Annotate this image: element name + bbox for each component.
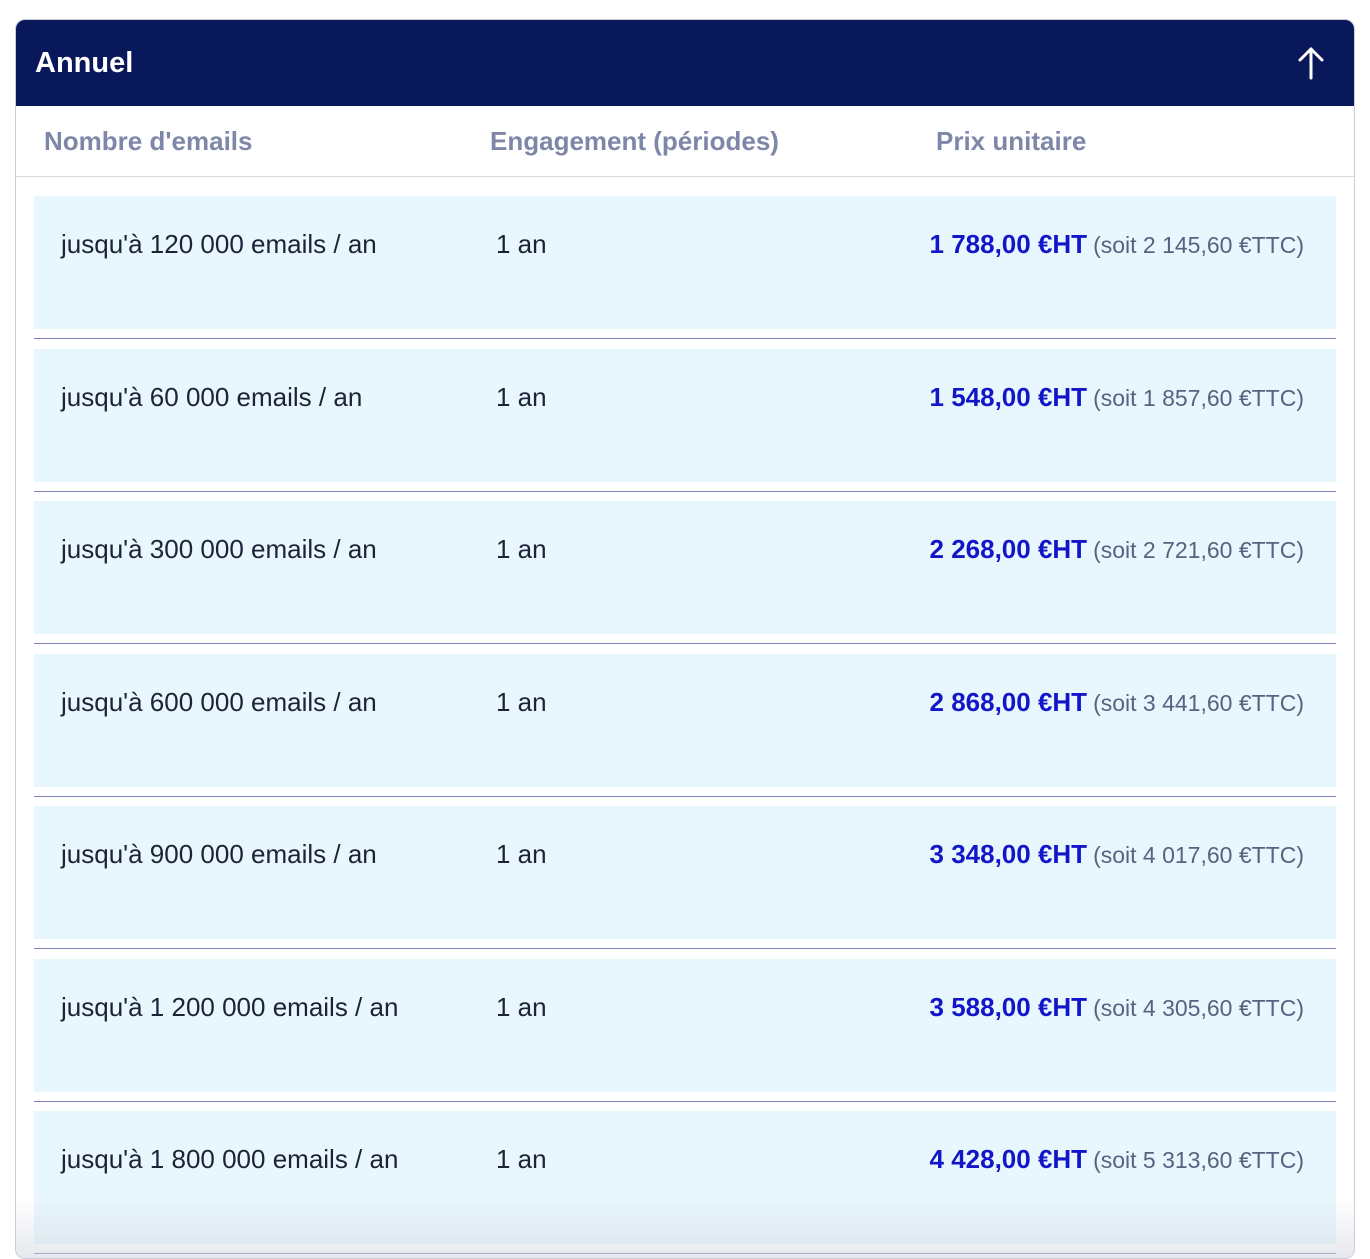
row-price: 3 588,00 €HT (soit 4 305,60 €TTC) xyxy=(930,992,1304,1023)
price-ttc: (soit 4 305,60 €TTC) xyxy=(1093,995,1304,1021)
table-header: Nombre d'emails Engagement (périodes) Pr… xyxy=(16,106,1354,177)
table-row: jusqu'à 120 000 emails / an 1 an 1 788,00 … xyxy=(34,196,1336,329)
row-price: 2 268,00 €HT (soit 2 721,60 €TTC) xyxy=(930,534,1304,565)
row-engagement: 1 an xyxy=(496,1144,547,1174)
row-divider xyxy=(34,796,1336,797)
arrow-up-icon[interactable] xyxy=(1296,46,1326,80)
price-ht: 1 548,00 €HT xyxy=(929,382,1088,412)
row-emails: jusqu'à 120 000 emails / an xyxy=(61,229,377,259)
pricing-panel: Annuel Nombre d'emails Engagement (pério… xyxy=(15,19,1355,1259)
table-row: jusqu'à 900 000 emails / an 1 an 3 348,00 … xyxy=(34,806,1336,939)
row-engagement: 1 an xyxy=(496,839,547,869)
column-header-price: Prix unitaire xyxy=(936,126,1087,156)
row-engagement: 1 an xyxy=(496,382,547,412)
panel-header-toggle[interactable]: Annuel xyxy=(16,20,1354,106)
row-emails: jusqu'à 600 000 emails / an xyxy=(61,687,377,717)
table-row: jusqu'à 1 800 000 emails / an 1 an 4 428,0… xyxy=(34,1111,1336,1244)
price-ttc: (soit 3 441,60 €TTC) xyxy=(1093,690,1304,716)
price-ht: 3 348,00 €HT xyxy=(929,839,1088,869)
price-ttc: (soit 2 721,60 €TTC) xyxy=(1093,537,1304,563)
price-ht: 2 268,00 €HT xyxy=(929,534,1088,564)
table-row: jusqu'à 600 000 emails / an 1 an 2 868,00 … xyxy=(34,654,1336,787)
row-price: 4 428,00 €HT (soit 5 313,60 €TTC) xyxy=(930,1144,1304,1175)
price-ht: 2 868,00 €HT xyxy=(929,687,1088,717)
price-ttc: (soit 2 145,60 €TTC) xyxy=(1093,232,1304,258)
price-ttc: (soit 5 313,60 €TTC) xyxy=(1093,1147,1304,1173)
table-row: jusqu'à 60 000 emails / an 1 an 1 548,00 €… xyxy=(34,349,1336,482)
row-emails: jusqu'à 60 000 emails / an xyxy=(61,382,363,412)
row-emails: jusqu'à 1 800 000 emails / an xyxy=(61,1144,399,1174)
row-engagement: 1 an xyxy=(496,229,547,259)
row-emails: jusqu'à 900 000 emails / an xyxy=(61,839,377,869)
row-divider xyxy=(34,491,1336,492)
row-engagement: 1 an xyxy=(496,992,547,1022)
price-ht: 1 788,00 €HT xyxy=(929,229,1088,259)
row-engagement: 1 an xyxy=(496,534,547,564)
price-ttc: (soit 1 857,60 €TTC) xyxy=(1093,385,1304,411)
row-divider xyxy=(34,948,1336,949)
table-row: jusqu'à 300 000 emails / an 1 an 2 268,00 … xyxy=(34,501,1336,634)
row-price: 2 868,00 €HT (soit 3 441,60 €TTC) xyxy=(930,687,1304,718)
row-engagement: 1 an xyxy=(496,687,547,717)
price-ht: 4 428,00 €HT xyxy=(929,1144,1088,1174)
row-price: 1 788,00 €HT (soit 2 145,60 €TTC) xyxy=(930,229,1304,260)
row-divider xyxy=(34,338,1336,339)
panel-title: Annuel xyxy=(35,46,134,79)
row-divider xyxy=(34,1253,1336,1254)
row-emails: jusqu'à 300 000 emails / an xyxy=(61,534,377,564)
column-header-engagement: Engagement (périodes) xyxy=(490,126,779,156)
row-price: 3 348,00 €HT (soit 4 017,60 €TTC) xyxy=(930,839,1304,870)
price-ttc: (soit 4 017,60 €TTC) xyxy=(1093,842,1304,868)
row-emails: jusqu'à 1 200 000 emails / an xyxy=(61,992,399,1022)
row-divider xyxy=(34,643,1336,644)
table-row: jusqu'à 1 200 000 emails / an 1 an 3 588,0… xyxy=(34,959,1336,1092)
row-divider xyxy=(34,1101,1336,1102)
column-header-emails: Nombre d'emails xyxy=(44,126,253,156)
row-price: 1 548,00 €HT (soit 1 857,60 €TTC) xyxy=(930,382,1304,413)
price-ht: 3 588,00 €HT xyxy=(929,992,1088,1022)
